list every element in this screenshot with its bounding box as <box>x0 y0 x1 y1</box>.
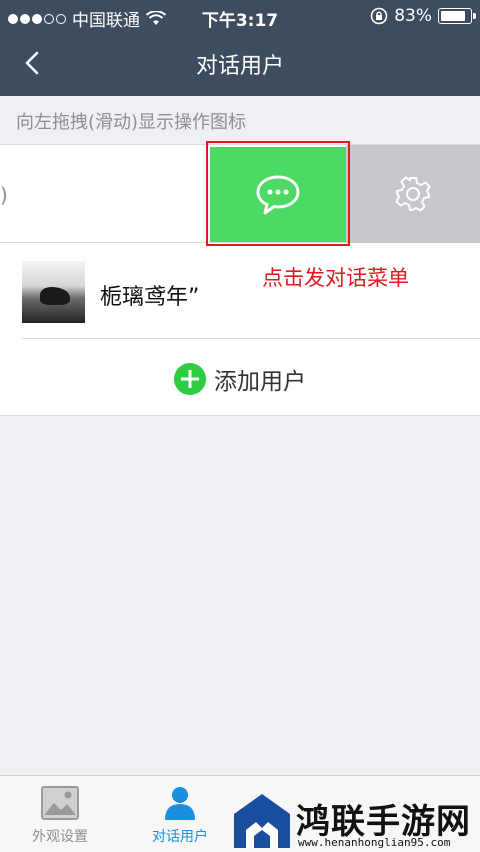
plus-icon <box>174 363 206 395</box>
battery-icon <box>438 8 476 24</box>
nav-bar: 对话用户 <box>0 32 480 96</box>
tab-label: 外观设置 <box>32 829 88 845</box>
gear-icon <box>395 176 431 212</box>
avatar <box>22 261 85 323</box>
rotation-lock-icon <box>370 7 388 25</box>
house-logo-icon <box>234 794 290 848</box>
image-icon <box>41 786 79 820</box>
user-icon <box>165 787 195 820</box>
list-item-user[interactable]: 栀璃鸢年” <box>22 243 480 339</box>
settings-button[interactable] <box>346 145 480 243</box>
add-user-label: 添加用户 <box>214 369 306 395</box>
add-user-button[interactable]: 添加用户 <box>0 341 480 417</box>
watermark-logo: 鸿联手游网 www.henanhonglian95.com <box>232 792 480 852</box>
highlight-box <box>206 141 350 246</box>
status-bar: 中国联通 下午3:17 83% <box>0 0 480 32</box>
tab-conversation-users[interactable]: 对话用户 <box>120 776 240 852</box>
drag-hint: 向左拖拽(滑动)显示操作图标 <box>16 112 247 133</box>
page-title: 对话用户 <box>195 54 284 79</box>
battery-percent: 83% <box>394 6 432 26</box>
top-bar: 中国联通 下午3:17 83% 对话用户 <box>0 0 480 96</box>
tab-appearance[interactable]: 外观设置 <box>0 776 120 852</box>
tab-label: 对话用户 <box>152 829 208 845</box>
annotation-text: 点击发对话菜单 <box>262 266 409 290</box>
user-name: 栀璃鸢年” <box>100 285 200 310</box>
watermark-url: www.henanhonglian95.com <box>298 836 451 849</box>
truncated-text: ) <box>0 183 8 207</box>
